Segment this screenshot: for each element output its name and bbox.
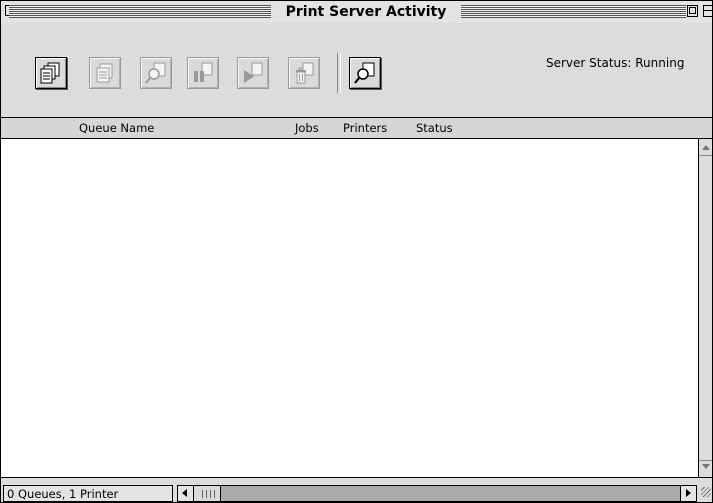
column-queue-name[interactable]: Queue Name (79, 121, 154, 135)
scroll-right-icon[interactable] (680, 486, 696, 501)
title-stripes-left (9, 5, 271, 18)
window-title: Print Server Activity (271, 3, 461, 21)
document-info-button[interactable] (89, 57, 121, 89)
trash-icon (296, 62, 314, 84)
queue-count-summary: 0 Queues, 1 Printer (3, 485, 173, 502)
scroll-left-icon[interactable] (178, 486, 194, 501)
toolbar: Server Status: Running (1, 23, 712, 117)
scroll-up-divider (699, 155, 712, 156)
queue-info-button[interactable] (35, 57, 67, 89)
collapse-box-icon[interactable] (703, 5, 712, 17)
title-bar[interactable]: Print Server Activity (1, 1, 712, 24)
scroll-down-icon[interactable] (702, 464, 710, 469)
zoom-box-icon[interactable] (687, 5, 698, 17)
pause-button[interactable] (187, 57, 219, 89)
server-status: Server Status: Running (546, 56, 685, 70)
column-printers[interactable]: Printers (343, 121, 387, 135)
vertical-scrollbar[interactable] (698, 139, 712, 477)
column-header: Queue Name Jobs Printers Status (1, 117, 712, 139)
horizontal-scrollbar[interactable] (177, 485, 697, 502)
column-jobs[interactable]: Jobs (295, 121, 319, 135)
scroll-up-icon[interactable] (702, 145, 710, 150)
toolbar-separator (337, 53, 341, 93)
document-icon (96, 63, 113, 83)
play-icon (244, 62, 263, 83)
bottom-bar: 0 Queues, 1 Printer (1, 477, 712, 502)
print-server-activity-window: Print Server Activity Server Status: Run… (0, 0, 713, 503)
delete-button[interactable] (288, 57, 320, 89)
magnifier-document-icon (145, 62, 166, 84)
resume-button[interactable] (237, 57, 269, 89)
find-button[interactable] (349, 57, 381, 89)
inspect-button[interactable] (140, 57, 172, 89)
pause-icon (194, 62, 213, 82)
column-status[interactable]: Status (416, 121, 453, 135)
stacked-documents-icon (40, 62, 60, 84)
resize-grip-icon[interactable] (698, 478, 712, 502)
scroll-down-divider (699, 460, 712, 461)
title-stripes-right (461, 5, 686, 18)
magnifier-icon (354, 62, 375, 84)
queue-list[interactable] (1, 139, 698, 477)
scroll-thumb[interactable] (194, 486, 221, 501)
